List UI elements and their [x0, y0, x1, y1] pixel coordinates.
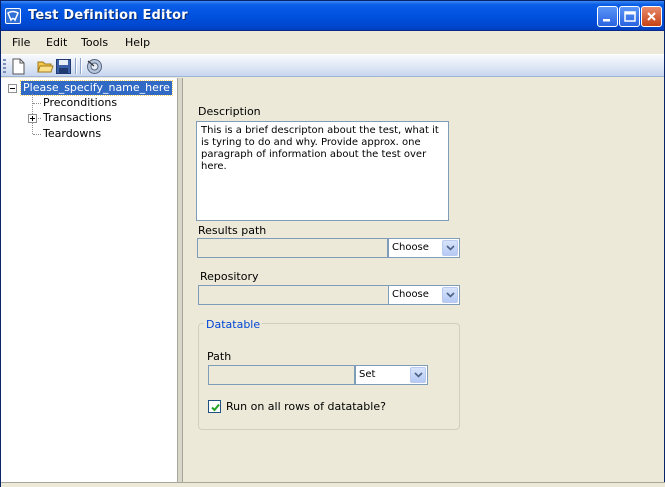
title-bar[interactable]: Test Definition Editor [1, 1, 664, 31]
datatable-group-title: Datatable [204, 318, 263, 331]
path-label: Path [207, 350, 232, 363]
toolbar-separator [80, 58, 82, 74]
tree-node-teardowns[interactable]: Teardowns [43, 127, 101, 141]
window-title: Test Definition Editor [28, 8, 188, 23]
tree-root-node[interactable]: Please_specify_name_here [20, 80, 173, 96]
dropdown-value: Choose [392, 289, 429, 300]
datatable-set-dropdown[interactable]: Set [355, 365, 428, 385]
description-textarea[interactable]: This is a brief descripton about the tes… [196, 121, 449, 221]
results-path-field[interactable] [197, 238, 388, 258]
maximize-button[interactable] [619, 6, 640, 27]
run-all-rows-checkbox[interactable] [208, 400, 221, 413]
open-folder-icon[interactable] [37, 58, 54, 75]
tree-connector [33, 134, 41, 135]
results-path-label: Results path [198, 224, 267, 237]
target-icon[interactable] [86, 58, 103, 75]
chevron-down-icon[interactable] [442, 240, 458, 256]
repository-label: Repository [200, 270, 259, 283]
new-icon[interactable] [10, 58, 27, 75]
tree-connector [38, 118, 41, 119]
chevron-down-icon[interactable] [442, 287, 458, 303]
menu-help[interactable]: Help [125, 36, 150, 49]
tree-node-preconditions[interactable]: Preconditions [43, 96, 117, 110]
app-icon [5, 8, 21, 24]
tree-node-transactions[interactable]: Transactions [43, 111, 112, 125]
save-icon[interactable] [55, 58, 72, 75]
menu-tools[interactable]: Tools [81, 36, 108, 49]
run-all-rows-label[interactable]: Run on all rows of datatable? [226, 400, 386, 413]
expand-toggle-icon[interactable] [28, 114, 37, 123]
collapse-toggle-icon[interactable] [8, 84, 17, 93]
results-path-choose-dropdown[interactable]: Choose [388, 238, 460, 258]
menu-edit[interactable]: Edit [46, 36, 67, 49]
repository-choose-dropdown[interactable]: Choose [388, 285, 460, 305]
tree-connector [33, 103, 41, 104]
menu-bar: File Edit Tools Help [1, 32, 664, 54]
app-window: Test Definition Editor File Edit Tools H… [0, 0, 665, 487]
dropdown-value: Choose [392, 242, 429, 253]
chevron-down-icon[interactable] [410, 367, 426, 383]
dropdown-value: Set [359, 369, 376, 380]
menu-file[interactable]: File [12, 36, 30, 49]
toolbar-grip[interactable] [3, 59, 6, 73]
close-button[interactable] [641, 6, 662, 27]
repository-field[interactable] [198, 285, 389, 305]
toolbar-separator [75, 58, 77, 74]
toolbar [1, 54, 664, 77]
minimize-button[interactable] [597, 6, 618, 27]
datatable-path-field[interactable] [208, 365, 355, 385]
panel-splitter[interactable] [178, 78, 183, 482]
window-bottom-edge [1, 482, 665, 487]
description-label: Description [198, 105, 261, 118]
